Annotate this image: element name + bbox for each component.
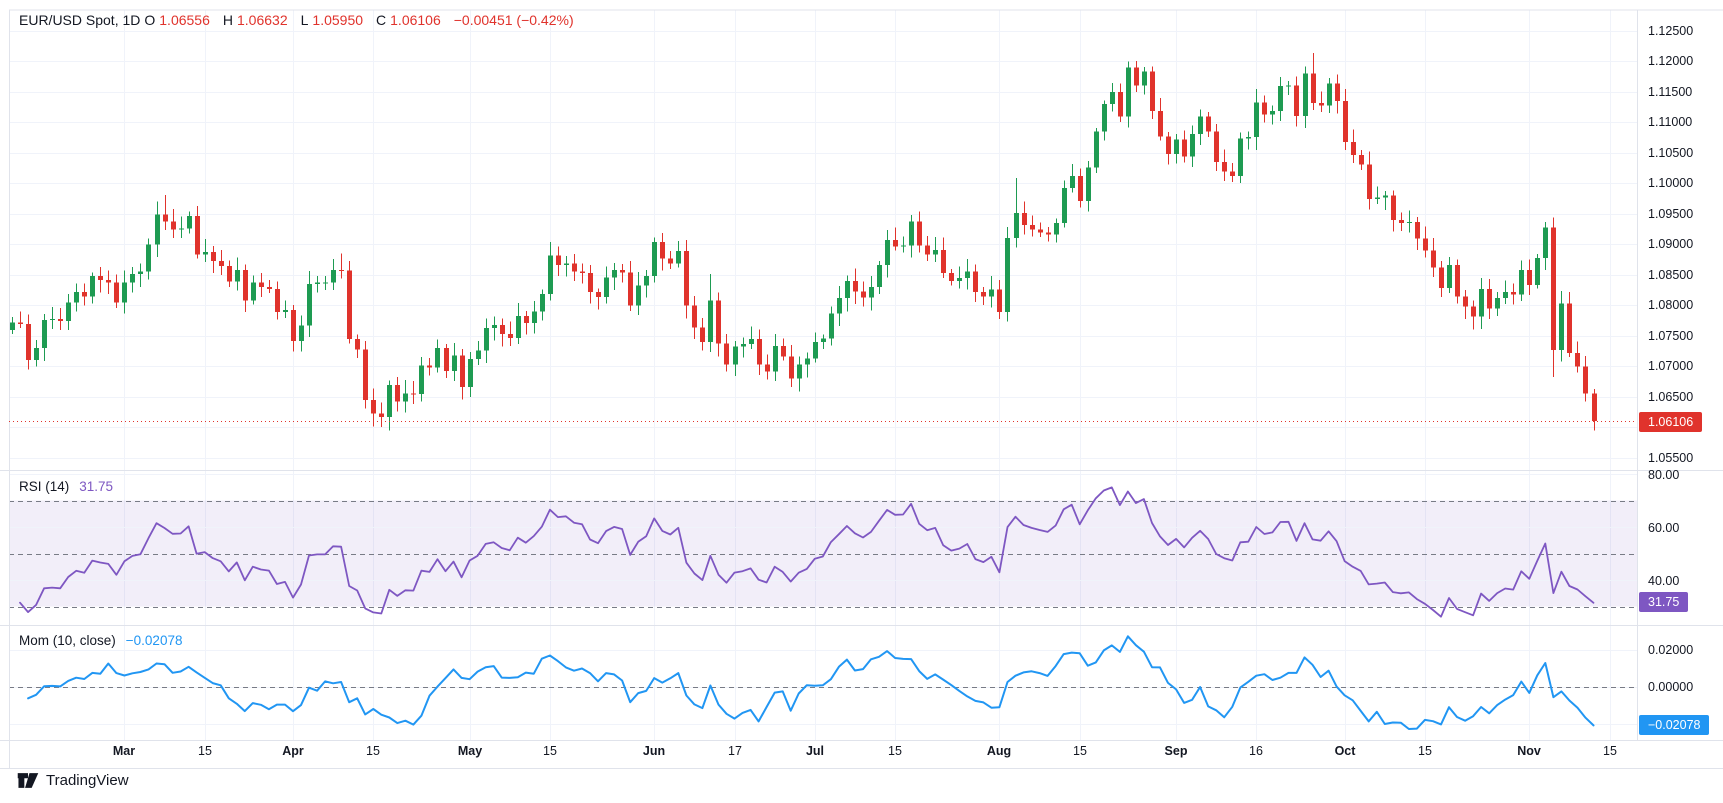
- open-label: O: [144, 12, 155, 28]
- time-tick-label: 15: [366, 744, 380, 758]
- tradingview-icon: [17, 772, 39, 789]
- time-tick-label: Sep: [1165, 744, 1188, 758]
- last-price-label: 1.06106: [1639, 412, 1702, 432]
- rsi-value: 31.75: [79, 479, 113, 494]
- time-tick-label: 15: [543, 744, 557, 758]
- price-tick-label: 1.12000: [1648, 54, 1693, 68]
- price-tick-label: 1.09500: [1648, 207, 1693, 221]
- time-tick-label: Jul: [806, 744, 824, 758]
- high-label: H: [223, 12, 233, 28]
- close-label: C: [376, 12, 386, 28]
- rsi-tick-label: 40.00: [1648, 574, 1679, 588]
- symbol-title[interactable]: EUR/USD Spot, 1D: [19, 12, 140, 28]
- tradingview-chart: EUR/USD Spot, 1DO1.06556 H1.06632 L1.05950…: [0, 0, 1723, 803]
- price-tick-label: 1.12500: [1648, 24, 1693, 38]
- time-tick-label: May: [458, 744, 482, 758]
- mom-value: −0.02078: [126, 633, 183, 648]
- rsi-value-label: 31.75: [1639, 592, 1688, 612]
- time-tick-label: 15: [1418, 744, 1432, 758]
- time-tick-label: Apr: [282, 744, 304, 758]
- time-tick-label: Jun: [643, 744, 665, 758]
- price-tick-label: 1.07000: [1648, 359, 1693, 373]
- symbol-legend[interactable]: EUR/USD Spot, 1DO1.06556 H1.06632 L1.05950…: [19, 12, 578, 28]
- time-tick-label: 15: [198, 744, 212, 758]
- mom-tick-label: 0.02000: [1648, 643, 1693, 657]
- price-tick-label: 1.11000: [1648, 115, 1692, 129]
- price-tick-label: 1.07500: [1648, 329, 1693, 343]
- price-tick-label: 1.11500: [1648, 85, 1692, 99]
- price-tick-label: 1.06500: [1648, 390, 1693, 404]
- rsi-legend[interactable]: RSI (14) 31.75: [19, 479, 117, 494]
- time-tick-label: Mar: [113, 744, 135, 758]
- chart-canvas[interactable]: [0, 0, 1723, 803]
- time-tick-label: Aug: [987, 744, 1011, 758]
- low-label: L: [301, 12, 309, 28]
- time-tick-label: 15: [888, 744, 902, 758]
- mom-legend[interactable]: Mom (10, close) −0.02078: [19, 633, 186, 648]
- rsi-name: RSI (14): [19, 479, 69, 494]
- time-tick-label: 16: [1249, 744, 1263, 758]
- time-tick-label: 15: [1603, 744, 1617, 758]
- time-tick-label: Oct: [1335, 744, 1356, 758]
- time-tick-label: 17: [728, 744, 742, 758]
- time-tick-label: 15: [1073, 744, 1087, 758]
- mom-name: Mom (10, close): [19, 633, 116, 648]
- low-value: 1.05950: [312, 12, 363, 28]
- price-tick-label: 1.08500: [1648, 268, 1693, 282]
- rsi-tick-label: 60.00: [1648, 521, 1679, 535]
- mom-value-label: −0.02078: [1639, 715, 1709, 735]
- price-tick-label: 1.10000: [1648, 176, 1693, 190]
- close-value: 1.06106: [390, 12, 441, 28]
- high-value: 1.06632: [237, 12, 288, 28]
- change-value: −0.00451 (−0.42%): [454, 12, 574, 28]
- price-tick-label: 1.08000: [1648, 298, 1693, 312]
- mom-tick-label: 0.00000: [1648, 680, 1693, 694]
- brand-name: TradingView: [46, 772, 129, 789]
- price-tick-label: 1.09000: [1648, 237, 1693, 251]
- time-tick-label: Nov: [1517, 744, 1541, 758]
- price-tick-label: 1.05500: [1648, 451, 1693, 465]
- open-value: 1.06556: [159, 12, 210, 28]
- rsi-tick-label: 80.00: [1648, 468, 1679, 482]
- tradingview-logo[interactable]: TradingView: [17, 772, 129, 789]
- price-tick-label: 1.10500: [1648, 146, 1693, 160]
